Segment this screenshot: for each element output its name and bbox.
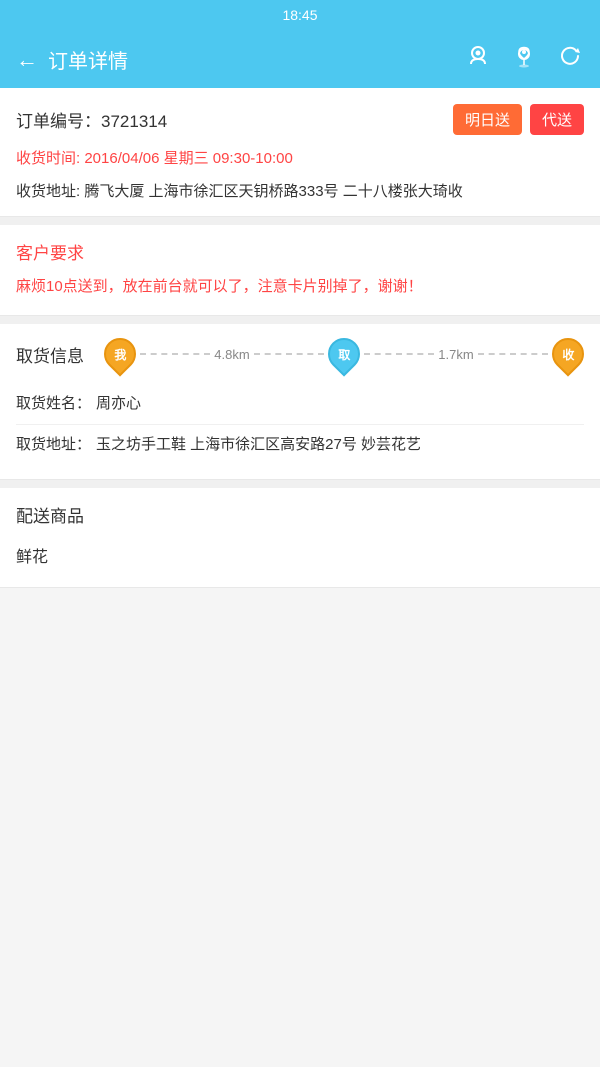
goods-section: 配送商品 鲜花 (0, 488, 600, 588)
status-bar: 18:45 (0, 0, 600, 32)
goods-item: 鲜花 (16, 537, 584, 573)
pickup-address-value: 玉之坊手工鞋 上海市徐汇区高安路27号 妙芸花艺 (96, 433, 421, 457)
pin-pickup: 取 (328, 338, 360, 370)
page-title: 订单详情 (48, 45, 464, 74)
customer-section-title: 客户要求 (16, 239, 584, 264)
pickup-address-row: 取货地址： 玉之坊手工鞋 上海市徐汇区高安路27号 妙芸花艺 (16, 425, 584, 465)
order-section: 订单编号：3721314 明日送 代送 收货时间: 2016/04/06 星期三… (0, 88, 600, 217)
pin-me: 我 (104, 338, 136, 370)
route-segment-1: 4.8km (136, 347, 328, 362)
status-time: 18:45 (282, 7, 317, 23)
goods-section-title: 配送商品 (16, 502, 584, 527)
proxy-delivery-badge[interactable]: 代送 (530, 104, 584, 135)
badge-group: 明日送 代送 (453, 104, 584, 135)
pickup-section: 取货信息 我 4.8km 取 (0, 324, 600, 480)
location-icon[interactable] (510, 42, 538, 77)
route-map: 我 4.8km 取 1.7km (104, 338, 584, 370)
pin-delivery: 收 (552, 338, 584, 370)
order-id-row: 订单编号：3721314 明日送 代送 (16, 104, 584, 135)
pickup-name-value: 周亦心 (96, 392, 141, 416)
pin-me-icon: 我 (97, 331, 142, 376)
divider-3 (0, 480, 600, 488)
distance-1: 4.8km (210, 347, 253, 362)
pin-pickup-icon: 取 (321, 331, 366, 376)
tomorrow-delivery-badge[interactable]: 明日送 (453, 104, 522, 135)
pickup-section-title: 取货信息 (16, 342, 84, 367)
delivery-address: 收货地址: 腾飞大厦 上海市徐汇区天钥桥路333号 二十八楼张大琦收 (16, 180, 584, 204)
pickup-header: 取货信息 我 4.8km 取 (16, 338, 584, 370)
delivery-time: 收货时间: 2016/04/06 星期三 09:30-10:00 (16, 147, 584, 168)
customer-note: 麻烦10点送到，放在前台就可以了，注意卡片别掉了，谢谢！ (16, 274, 584, 306)
header: ← 订单详情 (0, 32, 600, 88)
divider-2 (0, 316, 600, 324)
order-id: 订单编号：3721314 (16, 107, 167, 132)
divider-1 (0, 217, 600, 225)
pickup-name-row: 取货姓名： 周亦心 (16, 384, 584, 425)
distance-2: 1.7km (434, 347, 477, 362)
pickup-name-label: 取货姓名： (16, 392, 96, 413)
route-segment-2: 1.7km (360, 347, 552, 362)
refresh-icon[interactable] (556, 42, 584, 77)
header-icons (464, 42, 584, 77)
service-icon[interactable] (464, 42, 492, 77)
customer-section: 客户要求 麻烦10点送到，放在前台就可以了，注意卡片别掉了，谢谢！ (0, 225, 600, 317)
pin-delivery-icon: 收 (545, 331, 590, 376)
back-button[interactable]: ← (16, 49, 38, 71)
pickup-address-label: 取货地址： (16, 433, 96, 454)
